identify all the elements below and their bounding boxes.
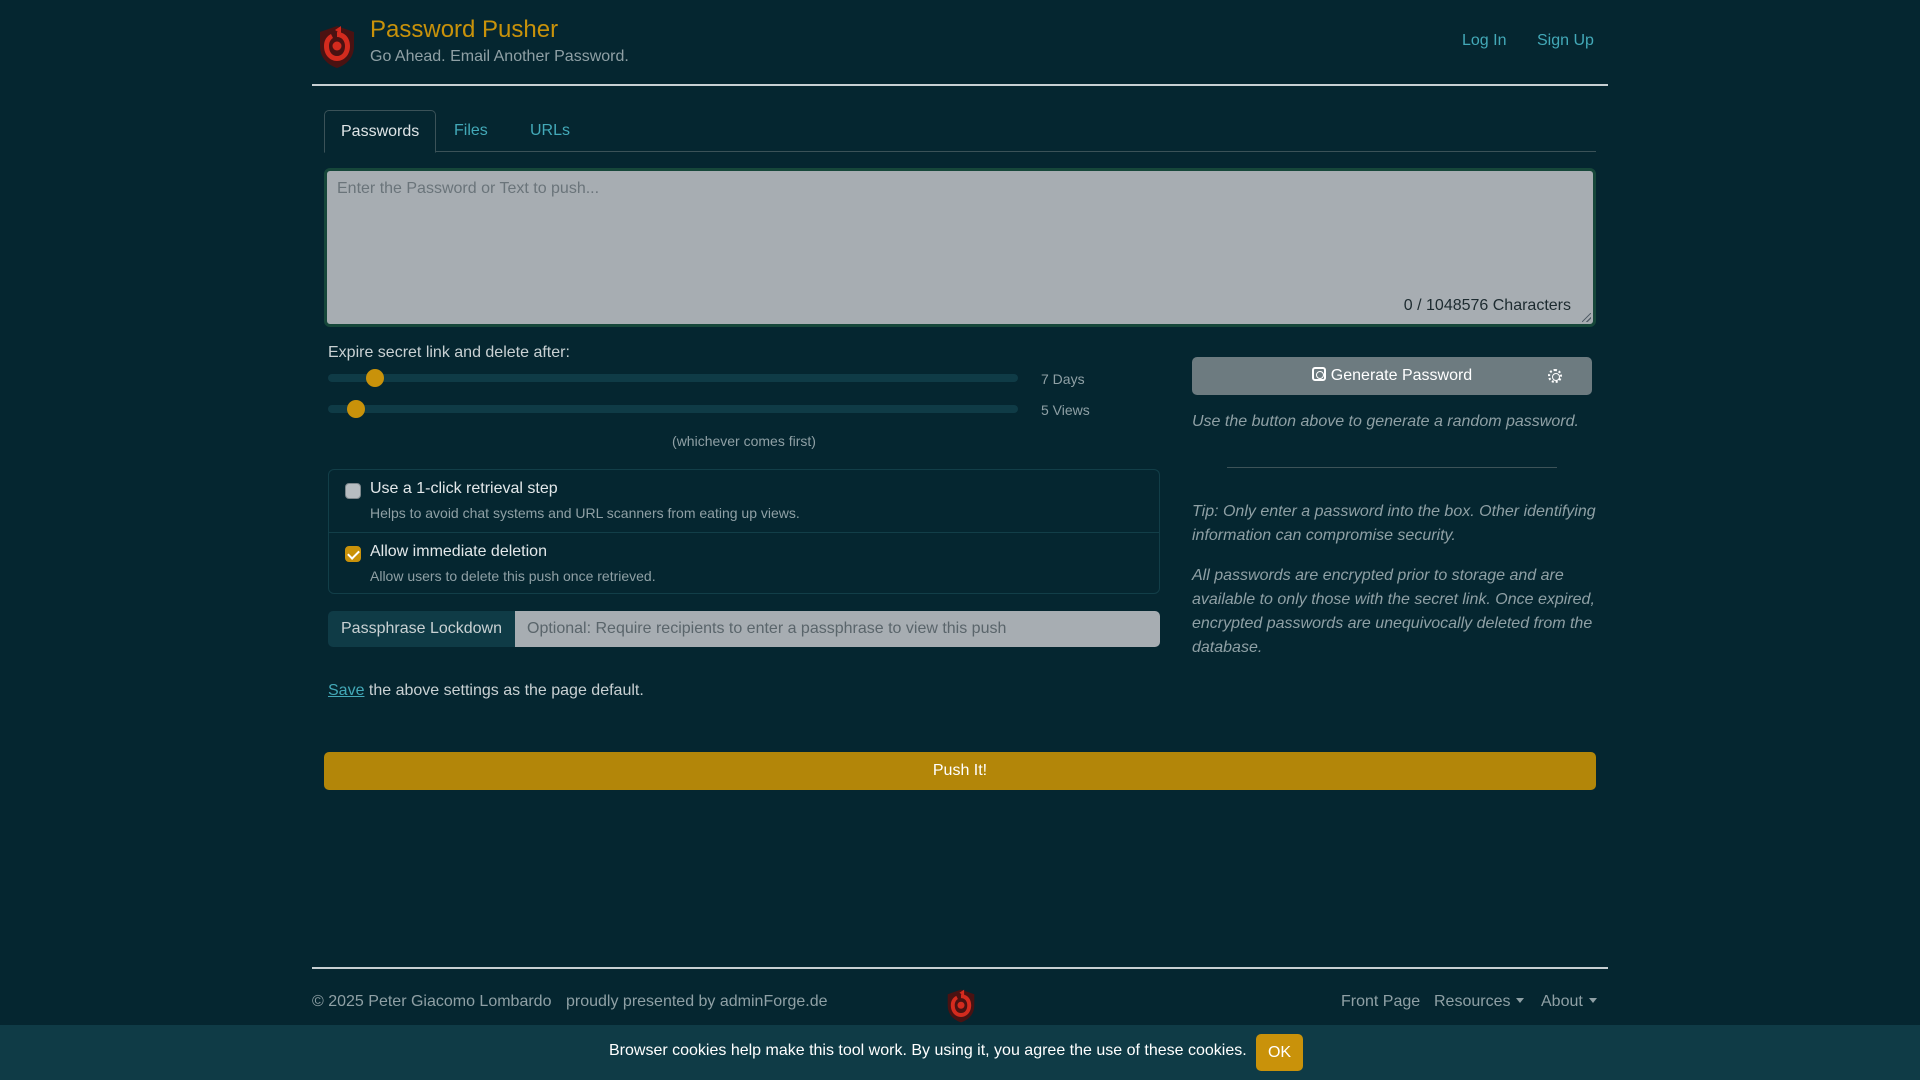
save-defaults-text: the above settings as the page default.: [364, 682, 644, 699]
views-slider[interactable]: [328, 400, 1018, 418]
presented-by-text: proudly presented by adminForge.de: [566, 993, 828, 1010]
front-page-link[interactable]: Front Page: [1341, 993, 1420, 1011]
tab-urls[interactable]: URLs: [514, 110, 586, 152]
cookie-text: Browser cookies help make this tool work…: [609, 1042, 1247, 1059]
option-title[interactable]: Allow immediate deletion: [370, 543, 547, 561]
brand-title[interactable]: Password Pusher: [370, 16, 558, 44]
resize-handle-icon[interactable]: [1582, 313, 1591, 322]
encryption-note: All passwords are encrypted prior to sto…: [1192, 567, 1595, 656]
expiration-note: (whichever comes first): [672, 433, 816, 449]
days-slider-thumb[interactable]: [365, 369, 384, 387]
passphrase-label: Passphrase Lockdown: [328, 611, 515, 647]
character-counter: 0 / 1048576 Characters: [1403, 297, 1571, 314]
push-button[interactable]: Push It!: [324, 752, 1596, 790]
brand-tagline: Go Ahead. Email Another Password.: [370, 48, 629, 65]
save-defaults-line: Save the above settings as the page defa…: [328, 682, 644, 700]
generate-password-button[interactable]: Generate Password: [1192, 357, 1592, 395]
immediate-deletion-checkbox[interactable]: [345, 546, 361, 562]
cpu-icon: [1311, 367, 1326, 381]
passphrase-input[interactable]: [515, 611, 1160, 647]
chevron-down-icon: [1516, 998, 1525, 1003]
cookie-consent-bar: Browser cookies help make this tool work…: [0, 1025, 1920, 1080]
secret-input-container: 0 / 1048576 Characters: [324, 168, 1596, 327]
expiration-label: Expire secret link and delete after:: [328, 344, 570, 361]
chevron-down-icon: [1588, 998, 1597, 1003]
tab-files[interactable]: Files: [438, 110, 504, 152]
cookie-ok-button[interactable]: OK: [1256, 1034, 1303, 1071]
retrieval-step-option: Use a 1-click retrieval step Helps to av…: [329, 470, 1159, 532]
passphrase-group: Passphrase Lockdown: [328, 611, 1160, 647]
top-header: Password Pusher Go Ahead. Email Another …: [312, 14, 1608, 86]
retrieval-step-checkbox[interactable]: [345, 483, 361, 499]
views-value: 5 Views: [1041, 402, 1090, 418]
save-defaults-link[interactable]: Save: [328, 682, 364, 699]
copyright-text: © 2025 Peter Giacomo Lombardo: [312, 993, 552, 1010]
signup-link[interactable]: Sign Up: [1537, 32, 1594, 50]
option-help: Helps to avoid chat systems and URL scan…: [370, 505, 800, 521]
login-link[interactable]: Log In: [1462, 32, 1506, 50]
deletion-option: Allow immediate deletion Allow users to …: [329, 532, 1159, 594]
option-title[interactable]: Use a 1-click retrieval step: [370, 480, 558, 498]
days-value: 7 Days: [1041, 371, 1085, 387]
footer-logo-icon: [947, 989, 975, 1023]
divider: [1227, 467, 1557, 468]
footer-divider: [312, 967, 1608, 969]
about-label: About: [1541, 993, 1583, 1010]
generator-help: Use the button above to generate a rando…: [1192, 413, 1579, 430]
security-tip: Tip: Only enter a password into the box.…: [1192, 503, 1596, 544]
push-type-tabs: Passwords Files URLs: [324, 110, 1596, 153]
page: Password Pusher Go Ahead. Email Another …: [0, 0, 1920, 1080]
option-help: Allow users to delete this push once ret…: [370, 568, 656, 584]
views-slider-thumb[interactable]: [346, 400, 365, 418]
resources-dropdown[interactable]: Resources: [1434, 993, 1525, 1011]
resources-label: Resources: [1434, 993, 1511, 1010]
tab-passwords[interactable]: Passwords: [324, 110, 437, 153]
brand-logo-icon[interactable]: [316, 24, 358, 70]
about-dropdown[interactable]: About: [1541, 993, 1597, 1011]
gear-icon[interactable]: [1548, 369, 1562, 383]
push-options: Use a 1-click retrieval step Helps to av…: [328, 469, 1160, 594]
days-slider[interactable]: [328, 369, 1018, 387]
generate-password-label: Generate Password: [1330, 367, 1473, 384]
